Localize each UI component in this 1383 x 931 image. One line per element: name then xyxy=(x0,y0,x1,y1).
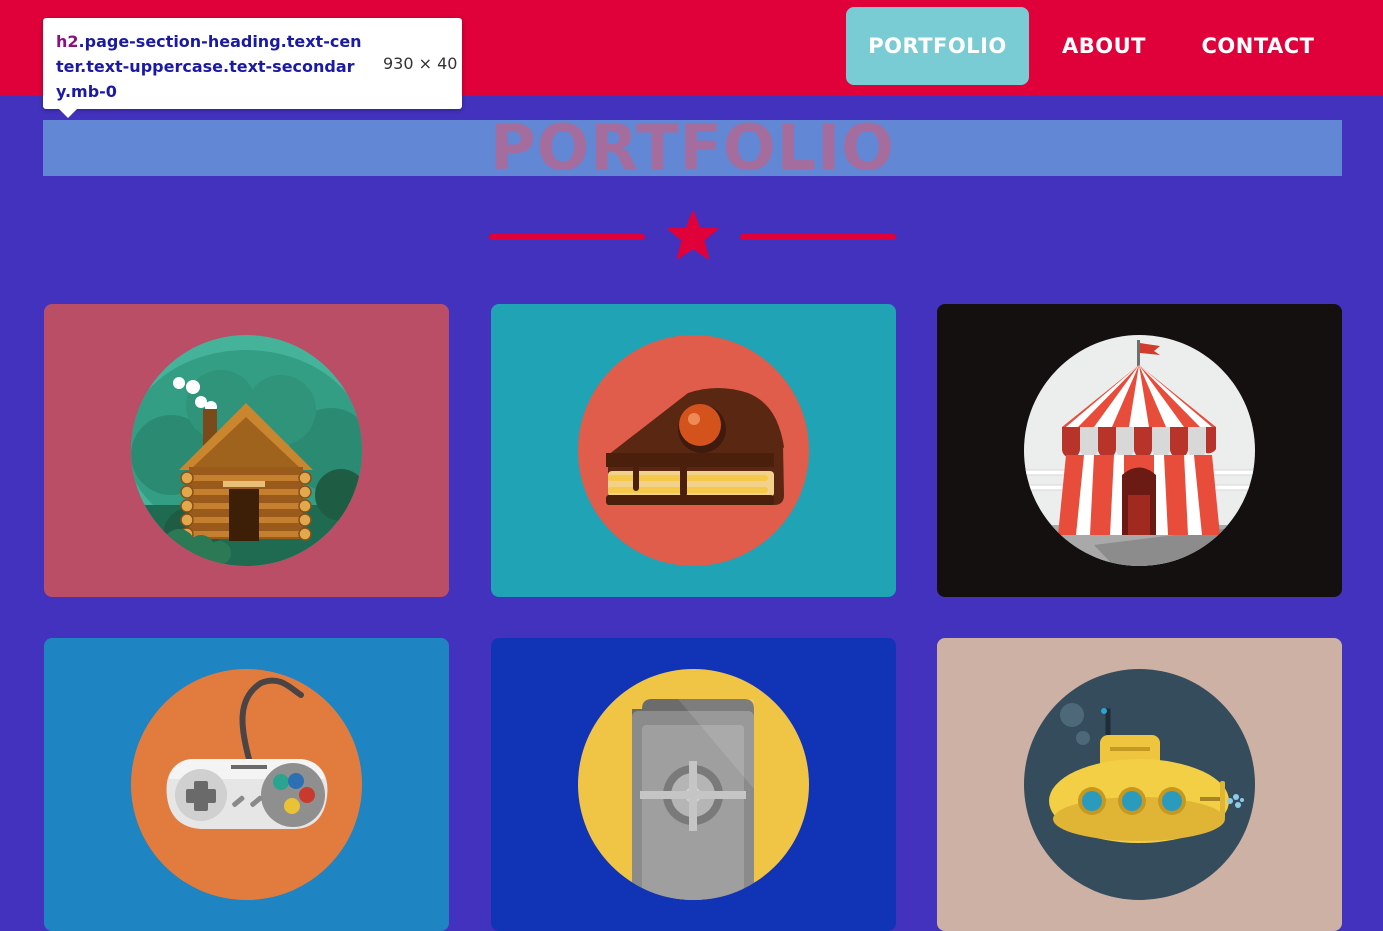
portfolio-item-safe[interactable] xyxy=(491,638,896,931)
cake-icon xyxy=(578,335,809,566)
tooltip-arrow xyxy=(59,109,77,118)
submarine-icon xyxy=(1024,669,1255,900)
star-icon xyxy=(668,211,718,259)
game-controller-icon xyxy=(131,669,362,900)
divider-line-left xyxy=(489,234,645,240)
portfolio-item-cabin[interactable] xyxy=(44,304,449,597)
safe-icon xyxy=(578,669,809,900)
portfolio-item-circus[interactable] xyxy=(937,304,1342,597)
nav-contact-link[interactable]: CONTACT xyxy=(1183,7,1333,85)
circus-tent-icon xyxy=(1024,335,1255,566)
tooltip-classes: .page-section-heading.text-center.text-u… xyxy=(56,32,362,101)
nav-about-link[interactable]: ABOUT xyxy=(1047,7,1161,85)
portfolio-item-submarine[interactable] xyxy=(937,638,1342,931)
inspector-tooltip: h2.page-section-heading.text-center.text… xyxy=(43,18,462,118)
tooltip-tag: h2 xyxy=(56,32,79,51)
portfolio-item-game[interactable] xyxy=(44,638,449,931)
cabin-icon xyxy=(131,335,362,566)
tooltip-selector: h2.page-section-heading.text-center.text… xyxy=(56,29,368,104)
tooltip-dimensions: 930 × 40 xyxy=(383,54,458,73)
nav-portfolio-link[interactable]: PORTFOLIO xyxy=(846,7,1029,85)
portfolio-item-cake[interactable] xyxy=(491,304,896,597)
divider-line-right xyxy=(740,234,896,240)
page-section-heading: PORTFOLIO xyxy=(490,111,895,184)
